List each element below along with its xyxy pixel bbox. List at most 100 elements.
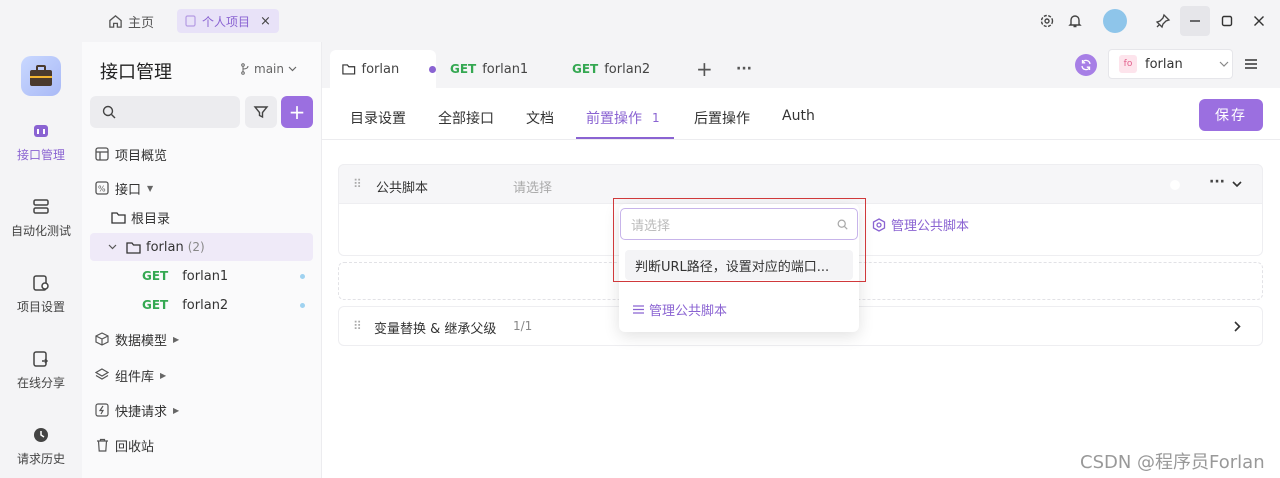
document-icon bbox=[185, 15, 196, 27]
tree-label: 数据模型 bbox=[115, 333, 168, 349]
caret-down-icon: ▼ bbox=[147, 183, 154, 193]
tab-all-apis[interactable]: 全部接口 bbox=[438, 108, 494, 128]
tree-item-models[interactable]: 数据模型 ▶ bbox=[90, 325, 313, 353]
folder-count: (2) bbox=[187, 240, 205, 254]
caret-right-icon: ▶ bbox=[173, 405, 180, 415]
tree-label: forlan2 bbox=[182, 297, 229, 313]
rail-item-share[interactable]: 在线分享 bbox=[0, 350, 82, 391]
close-window-button[interactable] bbox=[1248, 10, 1270, 32]
home-icon bbox=[109, 14, 122, 28]
tab-label: 前置操作 bbox=[586, 111, 642, 127]
bell-icon[interactable] bbox=[1064, 10, 1086, 32]
user-avatar[interactable] bbox=[1103, 9, 1127, 33]
tree-item-components[interactable]: 组件库 ▶ bbox=[90, 361, 313, 389]
script-select-placeholder[interactable]: 请选择 bbox=[513, 177, 552, 196]
cube-icon bbox=[94, 331, 110, 347]
save-button[interactable]: 保存 bbox=[1199, 99, 1263, 131]
tab-label: forlan1 bbox=[482, 61, 529, 77]
rail-label: 项目设置 bbox=[16, 300, 65, 314]
tab-label: forlan2 bbox=[604, 61, 651, 77]
pin-icon[interactable] bbox=[1152, 10, 1174, 32]
settings-tabs: 目录设置 全部接口 文档 前置操作 1 后置操作 Auth bbox=[322, 88, 1280, 140]
status-dot bbox=[300, 302, 305, 308]
tree-item-trash[interactable]: 回收站 bbox=[90, 431, 313, 459]
tree-item-folder[interactable]: forlan (2) bbox=[90, 233, 313, 261]
hexagon-settings-icon bbox=[872, 217, 886, 232]
close-tab-icon[interactable]: × bbox=[260, 14, 271, 29]
add-tab-button[interactable]: + bbox=[696, 50, 713, 88]
branch-icon bbox=[241, 63, 249, 75]
tree-label: 组件库 bbox=[115, 369, 155, 385]
drag-handle-icon[interactable]: ⠿ bbox=[353, 319, 362, 333]
tree-item-forlan1[interactable]: GET forlan1 bbox=[90, 262, 313, 290]
public-script-header: ⠿ 公共脚本 请选择 ··· bbox=[338, 164, 1263, 204]
rail-label: 接口管理 bbox=[16, 148, 65, 162]
rail-item-automation[interactable]: 自动化测试 bbox=[0, 198, 82, 239]
maximize-icon bbox=[1221, 15, 1233, 27]
tab-forlan1[interactable]: GET forlan1 bbox=[450, 50, 528, 88]
automation-icon bbox=[33, 199, 49, 214]
dropdown-search-input[interactable]: 请选择 bbox=[620, 208, 858, 240]
tab-directory-settings[interactable]: 目录设置 bbox=[350, 108, 406, 128]
dropdown-search-placeholder: 请选择 bbox=[631, 218, 671, 234]
tree-label: 快捷请求 bbox=[115, 404, 168, 420]
drag-handle-icon[interactable]: ⠿ bbox=[353, 177, 362, 191]
unsaved-dot bbox=[429, 65, 436, 73]
rail-item-project-settings[interactable]: 项目设置 bbox=[0, 274, 82, 315]
tab-post-operations[interactable]: 后置操作 bbox=[694, 108, 750, 128]
maximize-button[interactable] bbox=[1216, 10, 1238, 32]
lightning-icon bbox=[94, 402, 110, 418]
rail-label: 请求历史 bbox=[16, 452, 65, 466]
tree-item-overview[interactable]: 项目概览 bbox=[90, 140, 313, 168]
project-tab[interactable]: 个人项目 × bbox=[177, 9, 279, 33]
refresh-icon bbox=[1081, 59, 1091, 71]
sync-button[interactable] bbox=[1075, 54, 1097, 76]
tab-pre-operations[interactable]: 前置操作 1 bbox=[586, 108, 660, 128]
rail-item-api[interactable]: 接口管理 bbox=[0, 122, 82, 163]
close-icon bbox=[1254, 16, 1264, 26]
variable-card-title: 变量替换 & 继承父级 bbox=[374, 322, 497, 337]
public-script-title: 公共脚本 bbox=[376, 181, 429, 196]
search-input[interactable] bbox=[90, 96, 240, 128]
tab-forlan[interactable]: forlan bbox=[330, 50, 436, 88]
watermark: CSDN @程序员Forlan bbox=[1080, 452, 1265, 473]
more-tabs-button[interactable]: ··· bbox=[736, 50, 752, 88]
manage-public-scripts-link[interactable]: 管理公共脚本 bbox=[872, 215, 969, 234]
environment-select[interactable]: fo forlan bbox=[1108, 49, 1233, 79]
settings-icon[interactable] bbox=[1036, 10, 1058, 32]
manage-label: 管理公共脚本 bbox=[891, 219, 970, 234]
title-bar: 主页 个人项目 × bbox=[0, 0, 1280, 42]
home-tab[interactable]: 主页 bbox=[108, 10, 154, 32]
dropdown-option[interactable]: 判断URL路径，设置对应的端口... bbox=[625, 250, 853, 280]
minimize-icon bbox=[1190, 20, 1200, 22]
method-badge: GET bbox=[572, 62, 599, 76]
dropdown-manage-link[interactable]: 管理公共脚本 bbox=[633, 300, 727, 319]
filter-button[interactable] bbox=[245, 96, 277, 128]
branch-selector[interactable]: main bbox=[240, 62, 297, 76]
chevron-right-icon[interactable] bbox=[1234, 321, 1241, 332]
tree-label: forlan1 bbox=[182, 268, 229, 284]
add-button[interactable]: + bbox=[281, 96, 313, 128]
caret-right-icon: ▶ bbox=[160, 370, 167, 380]
more-options-icon[interactable]: ··· bbox=[1209, 174, 1225, 190]
tree-label: 接口 bbox=[115, 182, 142, 198]
svg-text:%: % bbox=[98, 185, 106, 194]
trash-icon bbox=[94, 437, 110, 453]
tree-item-forlan2[interactable]: GET forlan2 bbox=[90, 291, 313, 319]
method-badge: GET bbox=[142, 269, 169, 283]
manage-label: 管理公共脚本 bbox=[649, 304, 728, 319]
tree-item-root[interactable]: 根目录 bbox=[90, 203, 313, 231]
rail-item-history[interactable]: 请求历史 bbox=[0, 426, 82, 467]
tab-auth[interactable]: Auth bbox=[782, 108, 815, 124]
tab-forlan2[interactable]: GET forlan2 bbox=[572, 50, 650, 88]
rail-label: 自动化测试 bbox=[10, 224, 71, 238]
menu-button[interactable] bbox=[1238, 50, 1264, 78]
tree-item-apis[interactable]: % 接口 ▼ bbox=[90, 174, 313, 202]
chevron-down-icon[interactable] bbox=[1232, 181, 1242, 188]
search-icon bbox=[837, 219, 848, 230]
tree-item-quick-request[interactable]: 快捷请求 ▶ bbox=[90, 396, 313, 424]
tab-docs[interactable]: 文档 bbox=[526, 108, 554, 128]
tree-label: 项目概览 bbox=[115, 148, 168, 164]
minimize-button[interactable] bbox=[1180, 6, 1210, 36]
chevron-down-icon bbox=[288, 66, 297, 72]
